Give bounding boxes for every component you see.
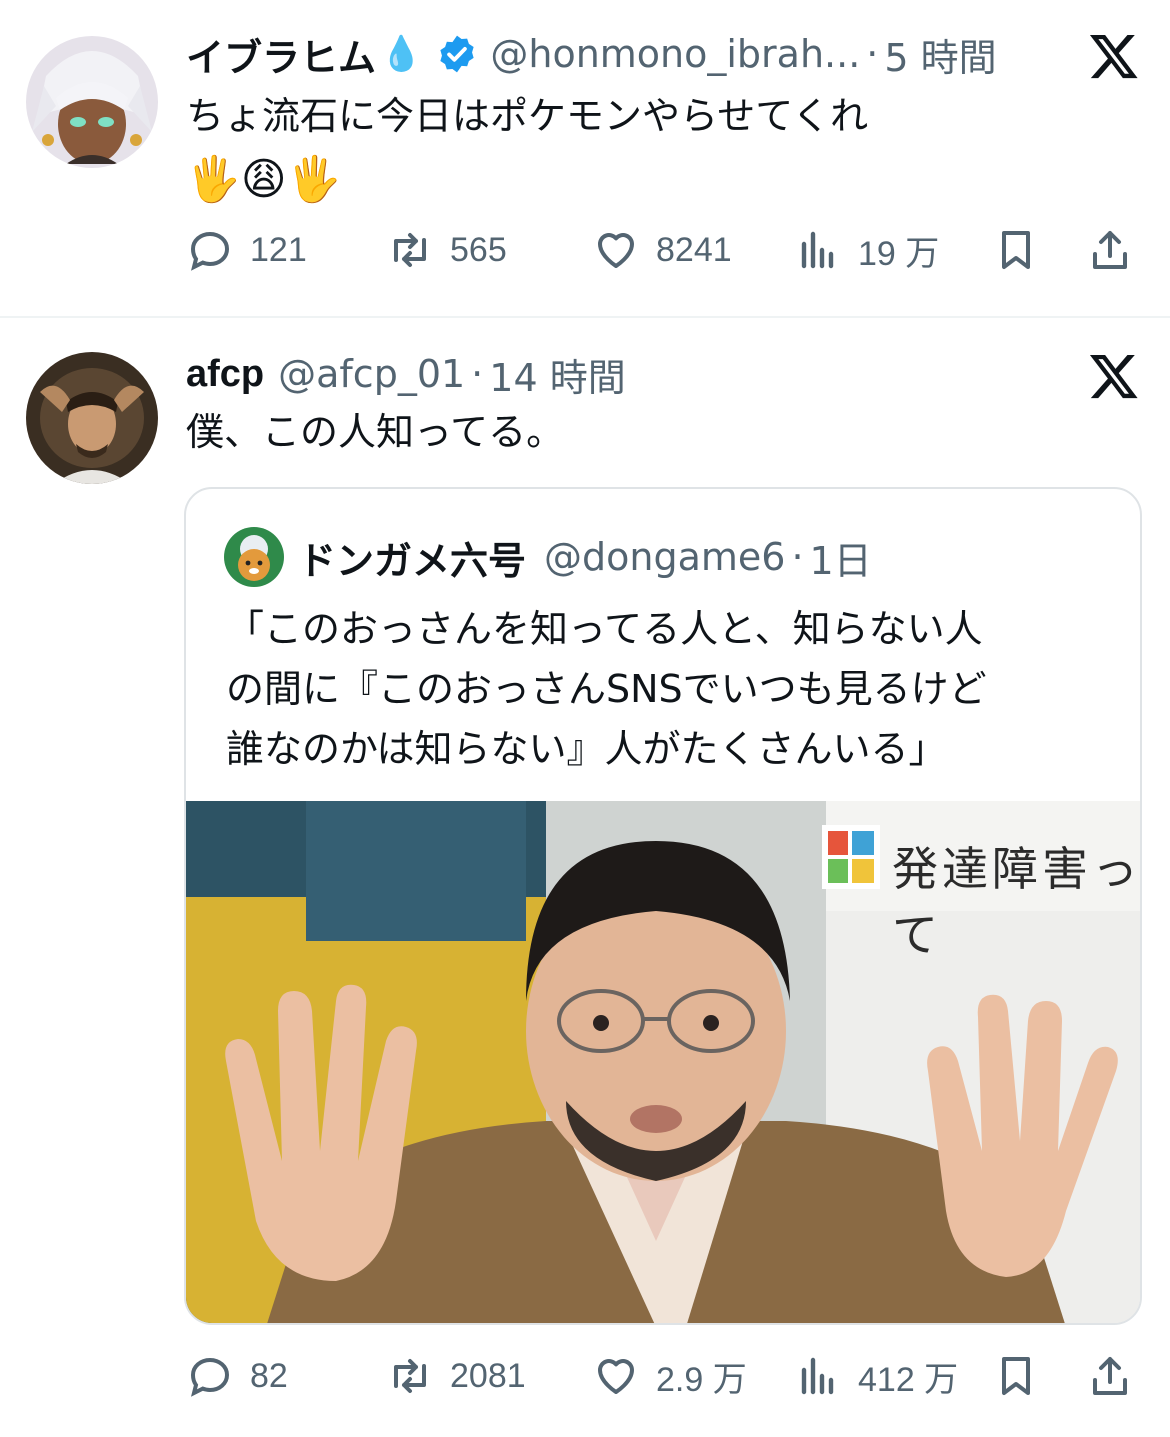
reply-button[interactable]: 121 [186,220,307,280]
share-icon [1093,1357,1127,1395]
x-logo-icon[interactable] [1088,30,1140,82]
heart-icon [598,233,634,268]
action-bar: 82 2081 2.9 万 412 万 [186,1346,1146,1406]
separator-dot: · [866,32,879,76]
avatar[interactable] [26,36,158,168]
quoted-timestamp[interactable]: 1日 [810,530,872,585]
timestamp[interactable]: 14 時間 [489,347,625,402]
like-button[interactable]: 8241 [592,220,732,280]
x-logo-icon[interactable] [1088,350,1140,402]
bookmark-icon [1002,1357,1030,1395]
quoted-text-line: の間に『このおっさんSNSでいつも見るけど [226,667,987,711]
like-button[interactable]: 2.9 万 [592,1346,747,1406]
quoted-avatar[interactable] [224,527,284,587]
display-name[interactable]: afcp [186,353,264,396]
share-icon [1093,231,1127,269]
tweet-header: afcp @afcp_01 · 14 時間 [186,344,626,404]
views-button[interactable]: 19 万 [794,220,939,280]
quoted-image[interactable]: 発達障害って [186,801,1142,1323]
quoted-display-name[interactable]: ドンガメ六号 [298,530,526,585]
retweet-icon [394,233,426,267]
views-icon [801,1357,834,1395]
like-count: 8241 [656,230,732,269]
tweet-text: 僕、この人知ってる。 [186,410,565,454]
emoji-line: 🖐️😩🖐️ [186,154,342,205]
retweet-icon [394,1359,426,1393]
water-drop-emoji: 💧 [380,34,423,74]
retweet-count: 565 [450,230,507,269]
tweet-ibrahim[interactable]: イブラヒム 💧 @honmono_ibrah... · 5 時間 ちょ流石に今日… [0,0,1170,316]
handle[interactable]: @afcp_01 [278,352,465,396]
retweet-button[interactable]: 2081 [386,1346,526,1406]
avatar[interactable] [26,352,158,484]
quoted-handle[interactable]: @dongame6 [544,535,785,579]
tweet-text-line: ちょ流石に今日はポケモンやらせてくれ [186,94,869,138]
bookmark-icon [1002,231,1030,269]
like-count: 2.9 万 [656,1360,747,1399]
handle[interactable]: @honmono_ibrah... [490,32,860,76]
reply-count: 82 [250,1356,288,1395]
reply-count: 121 [250,230,307,269]
reply-button[interactable]: 82 [186,1346,288,1406]
tweet-text: ちょ流石に今日はポケモンやらせてくれ 🖐️😩🖐️ [186,84,868,212]
view-count: 19 万 [858,234,940,273]
reply-icon [190,231,230,271]
display-name[interactable]: イブラヒム [186,27,376,82]
retweet-count: 2081 [450,1356,526,1395]
share-button[interactable] [1086,220,1150,280]
quoted-text: 「このおっさんを知ってる人と、知らない人 の間に『このおっさんSNSでいつも見る… [226,599,987,779]
reply-icon [190,1357,230,1397]
quoted-header: ドンガメ六号 @dongame6 · 1日 [298,527,872,587]
retweet-button[interactable]: 565 [386,220,507,280]
view-count: 412 万 [858,1360,959,1399]
quoted-tweet-card[interactable]: ドンガメ六号 @dongame6 · 1日 「このおっさんを知ってる人と、知らな… [184,487,1142,1325]
bookmark-button[interactable] [992,220,1056,280]
timestamp[interactable]: 5 時間 [884,27,996,82]
separator-dot: · [791,535,804,579]
action-bar: 121 565 8241 19 万 [186,220,1146,280]
tweet-header: イブラヒム 💧 @honmono_ibrah... · 5 時間 [186,24,997,84]
verified-badge-icon [436,33,478,75]
tv-caption: 発達障害って [892,842,1142,962]
separator-dot: · [471,352,484,396]
views-icon [801,231,834,269]
share-button[interactable] [1086,1346,1150,1406]
quoted-text-line: 「このおっさんを知ってる人と、知らない人 [226,607,983,651]
views-button[interactable]: 412 万 [794,1346,958,1406]
quoted-text-line: 誰なのかは知らない』人がたくさんいる」 [226,727,947,771]
heart-icon [598,1359,634,1394]
bookmark-button[interactable] [992,1346,1056,1406]
